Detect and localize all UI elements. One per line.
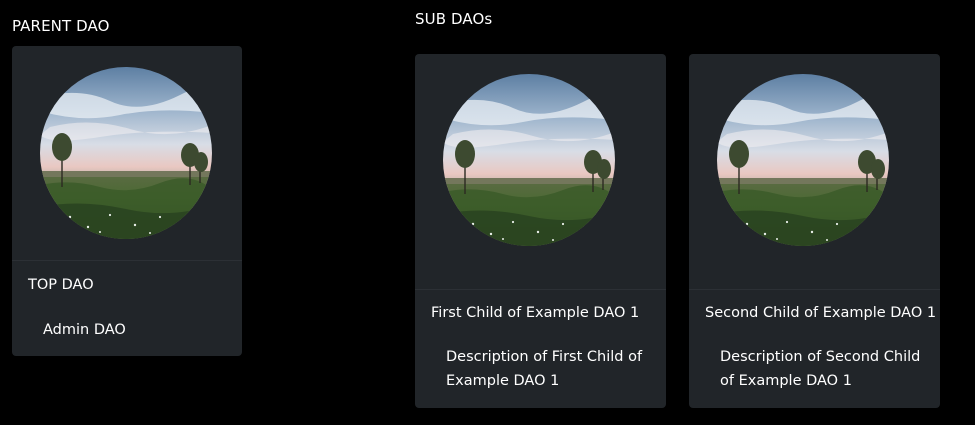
dao-hierarchy-page: PARENT DAO TOP DAO Admin DAO SUB DAOs Fi… [0,0,975,425]
dao-name: First Child of Example DAO 1 [431,305,640,321]
dao-description: Description of First Child of Example DA… [446,349,643,389]
dao-name: TOP DAO [28,277,94,293]
landscape-photo-icon [40,67,212,239]
landscape-photo-icon [443,74,615,246]
sub-dao-card[interactable]: Second Child of Example DAO 1 Descriptio… [689,54,940,408]
landscape-photo-icon [717,74,889,246]
sub-dao-card[interactable]: First Child of Example DAO 1 Description… [415,54,666,408]
dao-description: Admin DAO [43,322,126,338]
parent-dao-heading: PARENT DAO [12,17,110,35]
parent-dao-card[interactable]: TOP DAO Admin DAO [12,46,242,356]
card-image-area [689,54,940,290]
dao-description: Description of Second Child of Example D… [720,349,921,389]
sub-daos-heading: SUB DAOs [415,10,493,28]
card-image-area [12,46,242,261]
dao-name: Second Child of Example DAO 1 [705,305,937,321]
card-image-area [415,54,666,290]
